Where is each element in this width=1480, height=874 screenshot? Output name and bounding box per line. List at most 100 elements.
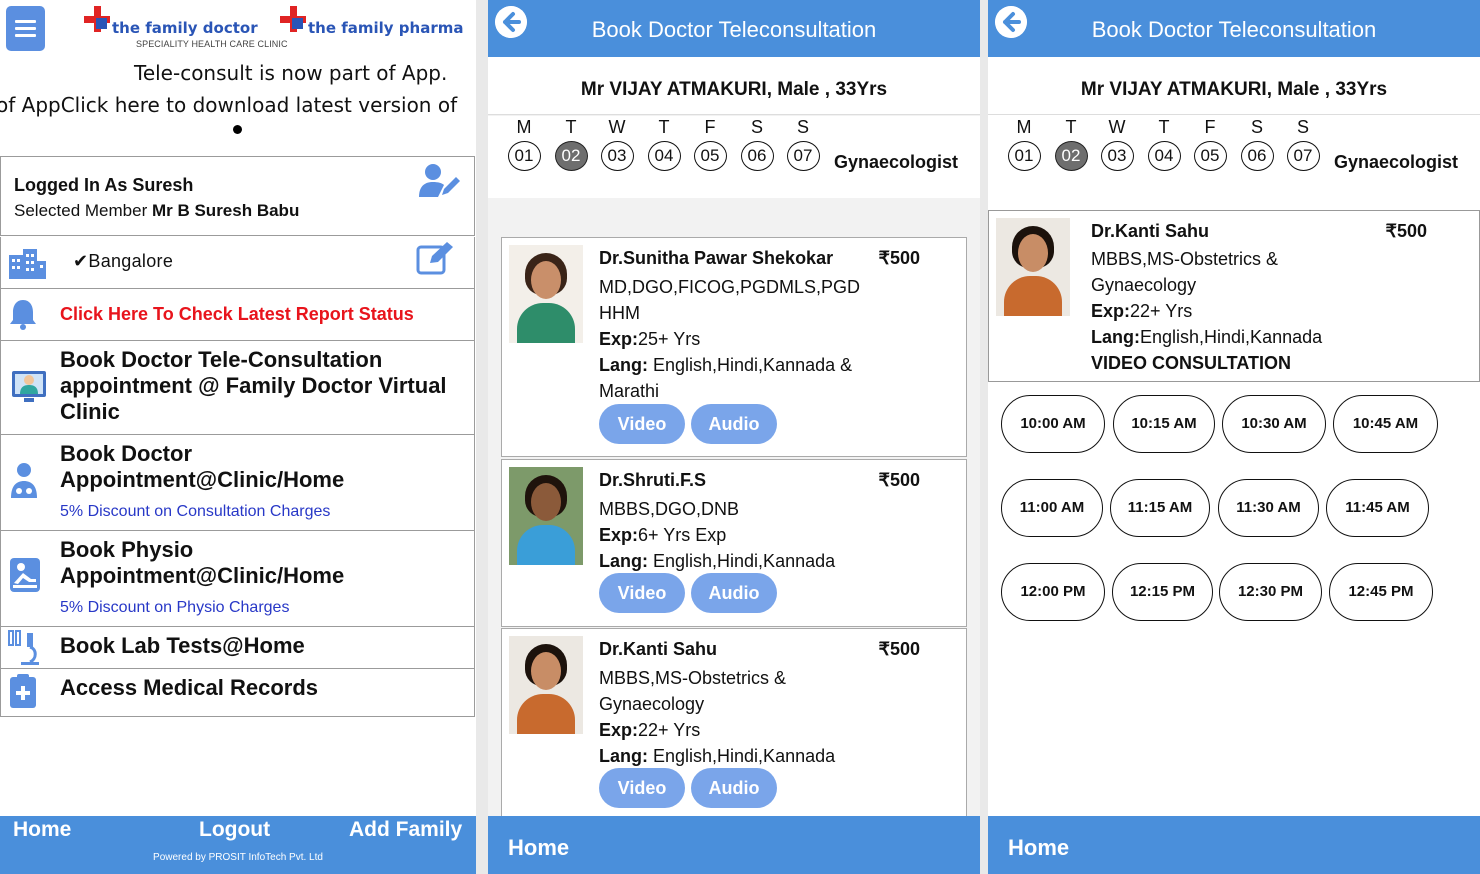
consultation-fee: ₹500 — [878, 639, 920, 659]
audio-button[interactable]: Audio — [691, 404, 777, 444]
time-slot[interactable]: 10:00 AM — [1001, 395, 1105, 453]
day-sat[interactable]: S 06 — [740, 116, 774, 171]
day-sat[interactable]: S 06 — [1240, 116, 1274, 171]
logged-in-label: Logged In As Suresh — [14, 175, 194, 195]
day-fri[interactable]: F 05 — [693, 116, 727, 171]
page-title: Book Doctor Teleconsultation — [591, 17, 877, 42]
time-slot[interactable]: 12:30 PM — [1219, 563, 1322, 621]
report-status-link[interactable]: Click Here To Check Latest Report Status — [60, 304, 414, 325]
day-tue[interactable]: T 02 — [1054, 116, 1088, 171]
day-fri[interactable]: F 05 — [1193, 116, 1227, 171]
menu-item-lab-tests[interactable]: Book Lab Tests@Home — [1, 627, 474, 669]
patient-info: Mr VIJAY ATMAKURI, Male , 33Yrs — [488, 57, 980, 115]
time-slot[interactable]: 11:00 AM — [1001, 479, 1103, 537]
hamburger-menu-icon[interactable] — [6, 6, 45, 51]
day-tue[interactable]: T 02 — [554, 116, 588, 171]
logout-tab[interactable]: Logout — [199, 818, 270, 842]
menu-item-label: Book Doctor Appointment@Clinic/Home — [60, 441, 345, 492]
time-slot[interactable]: 11:15 AM — [1110, 479, 1210, 537]
family-pharma-logo: the family pharma — [280, 6, 464, 52]
day-sun[interactable]: S 07 — [1286, 116, 1320, 171]
doctor-details: MBBS,MS-Obstetrics & Gynaecology Exp:22+… — [1091, 249, 1323, 373]
city-selector[interactable]: ✔Bangalore — [1, 237, 474, 289]
day-mon[interactable]: M 01 — [507, 116, 541, 171]
time-slot[interactable]: 12:15 PM — [1112, 563, 1213, 621]
time-slot[interactable]: 12:45 PM — [1329, 563, 1433, 621]
selected-doctor-card: Dr.Kanti Sahu ₹500 MBBS,MS-Obstetrics & … — [988, 210, 1480, 382]
doctor-stethoscope-icon — [11, 463, 37, 498]
header-bar: Book Doctor Teleconsultation — [988, 0, 1480, 57]
menu-item-clinic-appointment[interactable]: Book Doctor Appointment@Clinic/Home 5% D… — [1, 435, 474, 531]
day-mon[interactable]: M 01 — [1007, 116, 1041, 171]
doctor-details: MBBS,MS-Obstetrics & Gynaecology Exp:22+… — [599, 668, 836, 766]
week-selector: M 01 T 02 W 03 T 04 F 05 S 06 S 07 Gynaecologis… — [988, 116, 1480, 198]
day-thu[interactable]: T 04 — [647, 116, 681, 171]
physio-icon — [10, 558, 40, 592]
home-tab[interactable]: Home — [1008, 835, 1069, 861]
doctor-list-screen: Book Doctor Teleconsultation Mr VIJAY AT… — [488, 0, 980, 874]
menu-item-label: Access Medical Records — [60, 675, 319, 700]
city-label: ✔Bangalore — [73, 251, 174, 271]
consultation-fee: ₹500 — [1385, 221, 1427, 241]
specialty-label: Gynaecologist — [1334, 152, 1459, 172]
page-title: Book Doctor Teleconsultation — [1091, 17, 1377, 42]
time-slot[interactable]: 10:30 AM — [1222, 395, 1326, 453]
doctor-details: MBBS,DGO,DNB Exp:6+ Yrs Exp Lang: Englis… — [599, 499, 836, 571]
doctor-photo — [509, 636, 583, 734]
video-button[interactable]: Video — [599, 573, 685, 613]
discount-note: 5% Discount on Physio Charges — [60, 599, 290, 616]
city-buildings-icon — [9, 249, 46, 279]
microscope-icon — [8, 630, 39, 665]
time-slot[interactable]: 10:45 AM — [1333, 395, 1438, 453]
time-slot[interactable]: 10:15 AM — [1113, 395, 1215, 453]
specialty-label: Gynaecologist — [834, 152, 959, 172]
home-menu-list: ✔Bangalore Click Here To Check Latest Re… — [0, 237, 475, 717]
doctor-name: Dr.Shruti.F.S — [599, 470, 707, 490]
doctor-name: Dr.Sunitha Pawar Shekokar — [599, 248, 834, 268]
doctor-name: Dr.Kanti Sahu — [599, 639, 718, 659]
download-app-link[interactable]: of AppClick here to download latest vers… — [0, 93, 476, 117]
time-slot[interactable]: 11:45 AM — [1326, 479, 1429, 537]
edit-user-icon[interactable] — [418, 163, 462, 199]
doctor-photo — [509, 245, 583, 343]
audio-button[interactable]: Audio — [691, 768, 777, 808]
consultation-fee: ₹500 — [878, 248, 920, 268]
consultation-fee: ₹500 — [878, 470, 920, 490]
time-slot[interactable]: 12:00 PM — [1001, 563, 1105, 621]
menu-item-label: Book Doctor Tele-Consultation appointmen… — [60, 347, 447, 424]
selected-member: Selected Member Mr B Suresh Babu — [14, 201, 300, 220]
day-wed[interactable]: W 03 — [600, 116, 634, 171]
menu-item-physio-appointment[interactable]: Book Physio Appointment@Clinic/Home 5% D… — [1, 531, 474, 627]
discount-note: 5% Discount on Consultation Charges — [60, 503, 331, 520]
patient-info: Mr VIJAY ATMAKURI, Male , 33Yrs — [988, 57, 1480, 115]
header-bar: Book Doctor Teleconsultation — [488, 0, 980, 57]
clipboard-medical-icon — [10, 674, 36, 708]
doctor-card: Dr.Shruti.F.S ₹500 MBBS,DGO,DNB Exp:6+ Y… — [501, 459, 967, 627]
bottom-nav: Home — [488, 816, 980, 874]
menu-item-label: Book Lab Tests@Home — [60, 633, 305, 658]
bottom-nav: Home Logout Add Family Powered by PROSIT… — [0, 816, 476, 874]
menu-item-teleconsultation[interactable]: Book Doctor Tele-Consultation appointmen… — [1, 341, 474, 435]
home-tab[interactable]: Home — [508, 835, 569, 861]
time-slot[interactable]: 11:30 AM — [1218, 479, 1319, 537]
day-wed[interactable]: W 03 — [1100, 116, 1134, 171]
edit-city-icon[interactable] — [416, 241, 454, 275]
doctor-card: Dr.Kanti Sahu ₹500 MBBS,MS-Obstetrics & … — [501, 628, 967, 828]
doctor-photo — [509, 467, 583, 565]
slot-selection-screen: Book Doctor Teleconsultation Mr VIJAY AT… — [988, 0, 1480, 874]
day-sun[interactable]: S 07 — [786, 116, 820, 171]
bottom-nav: Home — [988, 816, 1480, 874]
home-tab[interactable]: Home — [13, 818, 71, 842]
video-button[interactable]: Video — [599, 768, 685, 808]
doctor-photo — [996, 218, 1070, 316]
report-status-row[interactable]: Click Here To Check Latest Report Status — [1, 289, 474, 341]
menu-item-medical-records[interactable]: Access Medical Records — [1, 669, 474, 717]
announcement-line-1: Tele-consult is now part of App. — [134, 61, 448, 85]
home-screen: the family doctor SPECIALITY HEALTH CARE… — [0, 0, 476, 874]
day-thu[interactable]: T 04 — [1147, 116, 1181, 171]
add-family-tab[interactable]: Add Family — [349, 818, 462, 842]
week-selector: M 01 T 02 W 03 T 04 F 05 S 06 S 07 Gynaecologis… — [488, 116, 980, 198]
audio-button[interactable]: Audio — [691, 573, 777, 613]
video-button[interactable]: Video — [599, 404, 685, 444]
carousel-dot — [233, 125, 242, 134]
